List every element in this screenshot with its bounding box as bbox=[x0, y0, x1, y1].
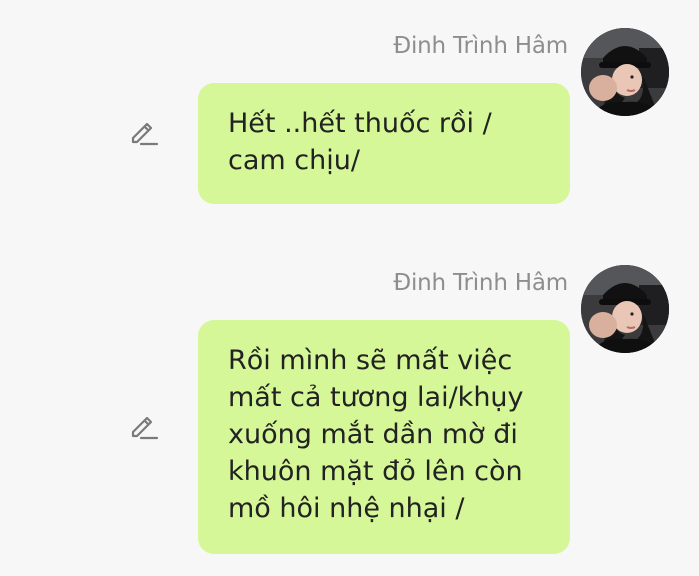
message-bubble[interactable]: Rồi mình sẽ mất việc mất cả tương lai/kh… bbox=[198, 320, 570, 554]
avatar-photo bbox=[581, 265, 669, 353]
edit-pencil-icon[interactable] bbox=[127, 117, 161, 151]
message-text: Hết ..hết thuốc rồi / cam chịu/ bbox=[228, 108, 492, 176]
sender-name: Đinh Trình Hâm bbox=[393, 270, 568, 296]
edit-pencil-icon[interactable] bbox=[127, 411, 161, 445]
user-avatar[interactable] bbox=[581, 28, 669, 116]
user-avatar[interactable] bbox=[581, 265, 669, 353]
message-text: Rồi mình sẽ mất việc mất cả tương lai/kh… bbox=[228, 345, 524, 524]
message-bubble[interactable]: Hết ..hết thuốc rồi / cam chịu/ bbox=[198, 83, 570, 204]
sender-name: Đinh Trình Hâm bbox=[393, 33, 568, 59]
avatar-photo bbox=[581, 28, 669, 116]
